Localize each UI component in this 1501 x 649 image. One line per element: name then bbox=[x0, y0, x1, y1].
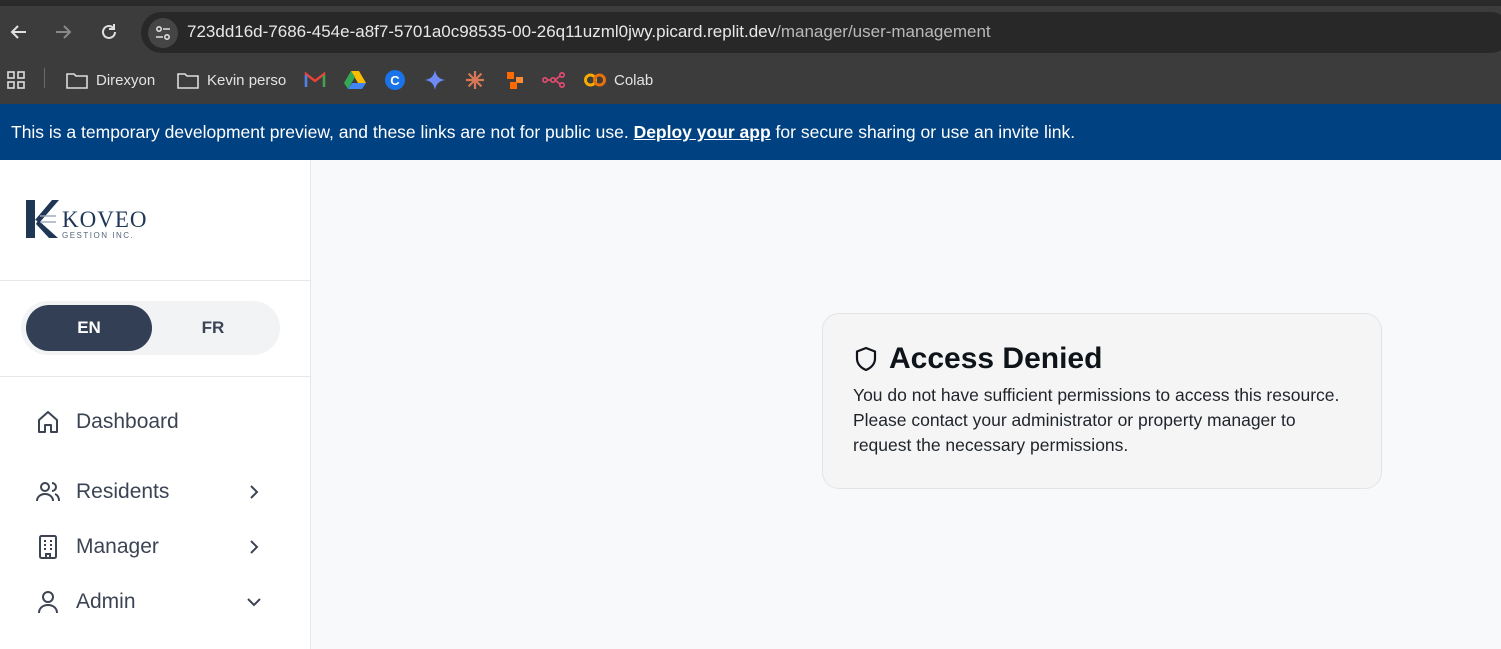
chevron-right-icon bbox=[250, 540, 259, 554]
shield-icon bbox=[855, 346, 877, 372]
sidebar-item-label: Residents bbox=[76, 480, 170, 503]
colab-icon bbox=[584, 73, 606, 87]
site-info-icon[interactable] bbox=[148, 18, 178, 48]
users-icon bbox=[34, 478, 62, 506]
language-fr-button[interactable]: FR bbox=[150, 305, 276, 351]
back-icon[interactable] bbox=[4, 17, 34, 47]
bookmarks-separator bbox=[44, 68, 45, 88]
bookmark-colab[interactable]: Colab bbox=[584, 68, 653, 92]
chevron-right-icon bbox=[250, 485, 259, 499]
drive-icon[interactable] bbox=[344, 68, 366, 92]
card-header: Access Denied bbox=[853, 342, 1102, 376]
c-app-icon[interactable]: C bbox=[384, 68, 406, 92]
zapier-icon[interactable] bbox=[504, 68, 526, 92]
bookmark-kevin-perso[interactable]: Kevin perso bbox=[177, 68, 286, 92]
reload-icon[interactable] bbox=[94, 17, 124, 47]
deploy-app-link[interactable]: Deploy your app bbox=[634, 122, 771, 142]
bookmark-direxyon[interactable]: Direxyon bbox=[66, 68, 155, 92]
language-toggle: EN FR bbox=[21, 301, 280, 355]
logo-area: KOVEO GESTION INC. bbox=[0, 160, 310, 281]
page-title: Access Denied bbox=[889, 342, 1103, 375]
sidebar-item-label: Manager bbox=[76, 535, 159, 558]
gemini-icon[interactable] bbox=[424, 68, 446, 92]
banner-text: This is a temporary development preview,… bbox=[11, 122, 1075, 143]
bookmark-label: Direxyon bbox=[96, 71, 156, 89]
user-icon bbox=[34, 588, 62, 616]
access-denied-card: Access Denied You do not have sufficient… bbox=[822, 313, 1382, 489]
sidebar-item-dashboard[interactable]: Dashboard bbox=[34, 404, 274, 440]
logo-wordmark: KOVEO bbox=[62, 207, 148, 232]
language-en-button[interactable]: EN bbox=[26, 305, 152, 351]
forward-icon[interactable] bbox=[48, 17, 78, 47]
svg-text:C: C bbox=[390, 73, 400, 88]
koveo-logo-icon bbox=[26, 200, 59, 238]
tab-strip bbox=[0, 0, 1501, 6]
logo-subtitle: GESTION INC. bbox=[62, 231, 135, 240]
building-icon bbox=[34, 533, 62, 561]
folder-icon bbox=[66, 73, 88, 89]
claude-icon[interactable] bbox=[464, 68, 486, 92]
sidebar-item-label: Dashboard bbox=[76, 410, 179, 433]
apps-grid-icon[interactable] bbox=[6, 68, 26, 92]
language-switcher-area: EN FR bbox=[0, 281, 310, 377]
sidebar-item-admin[interactable]: Admin bbox=[34, 584, 274, 620]
folder-icon bbox=[177, 73, 199, 89]
home-icon bbox=[34, 408, 62, 436]
banner-suffix: for secure sharing or use an invite link… bbox=[775, 122, 1076, 142]
gmail-icon[interactable] bbox=[304, 68, 326, 92]
bookmark-label: Colab bbox=[614, 71, 654, 89]
chevron-down-icon bbox=[247, 598, 261, 607]
n8n-icon[interactable] bbox=[542, 68, 568, 92]
url-host: 723dd16d-7686-454e-a8f7-5701a0c98535-00-… bbox=[187, 22, 777, 41]
dev-preview-banner: This is a temporary development preview,… bbox=[0, 104, 1501, 160]
sidebar-item-residents[interactable]: Residents bbox=[34, 474, 274, 510]
url-text[interactable]: 723dd16d-7686-454e-a8f7-5701a0c98535-00-… bbox=[187, 22, 991, 42]
url-path: /manager/user-management bbox=[776, 22, 991, 41]
sidebar: KOVEO GESTION INC. EN FR Dashboard Resid… bbox=[0, 160, 311, 649]
bookmark-label: Kevin perso bbox=[207, 71, 287, 89]
banner-prefix: This is a temporary development preview,… bbox=[11, 122, 629, 142]
sidebar-item-manager[interactable]: Manager bbox=[34, 529, 274, 565]
access-denied-message: You do not have sufficient permissions t… bbox=[853, 385, 1340, 455]
sidebar-item-label: Admin bbox=[76, 590, 136, 613]
